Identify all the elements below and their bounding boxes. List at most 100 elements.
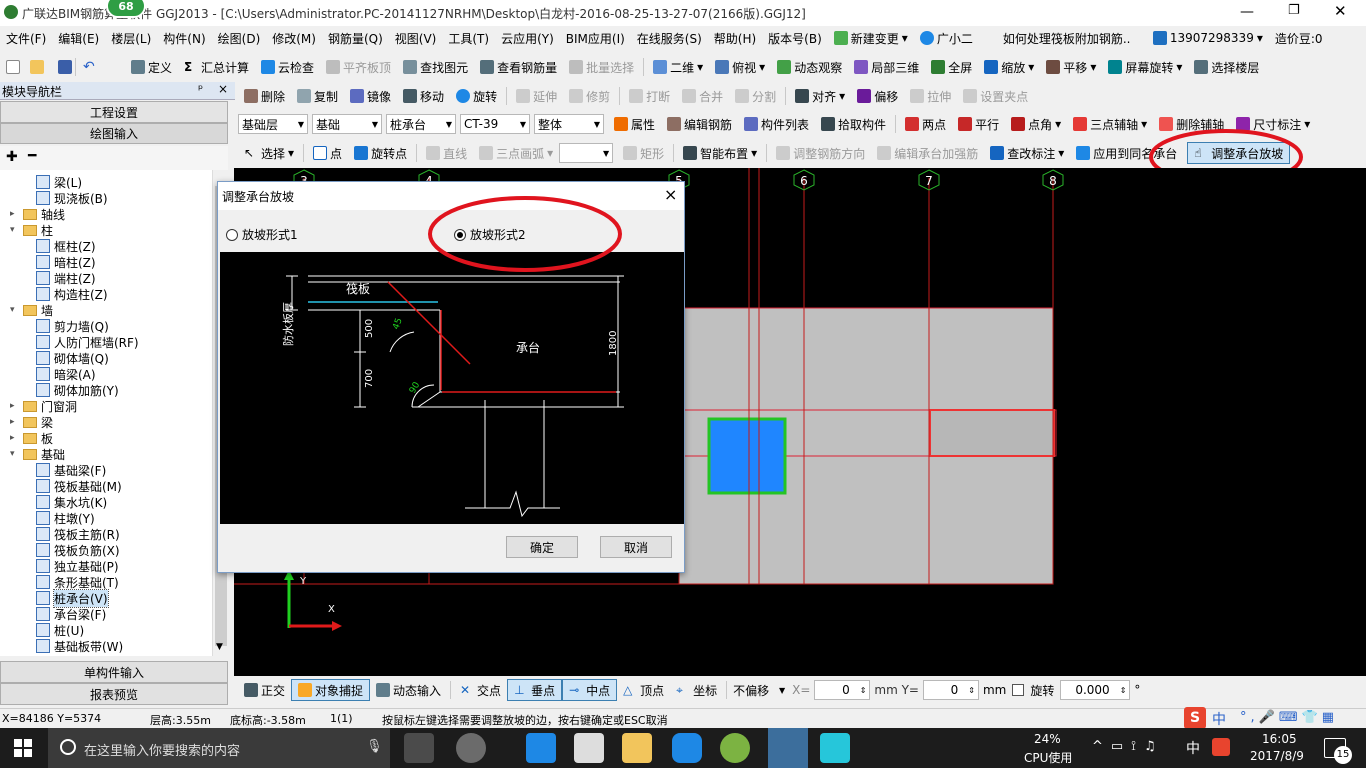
menu-cloud[interactable]: 云应用(Y) (495, 27, 560, 49)
dynamic-observe-button[interactable]: 动态观察 (771, 56, 848, 78)
slope-option-1[interactable]: 放坡形式1 (226, 226, 298, 243)
single-component-button[interactable]: 单构件输入 (0, 661, 228, 683)
select-dropdown[interactable]: ↖ 选择 ▾ (238, 142, 300, 164)
expand-toggle-icon[interactable]: ▾ (10, 305, 20, 315)
tree-item[interactable]: 柱墩(Y) (36, 510, 95, 526)
define-button[interactable]: 定义 (125, 56, 178, 78)
align-dropdown[interactable]: 对齐 ▾ (789, 85, 851, 107)
mode-select[interactable]: 整体 ▼ (534, 114, 604, 134)
edit-cap-reinforcement-button[interactable]: 编辑承台加强筋 (871, 142, 984, 164)
undo-icon[interactable]: ↶ (83, 60, 97, 74)
copy-button[interactable]: 复制 (291, 85, 344, 107)
find-element-button[interactable]: 查找图元 (397, 56, 474, 78)
dialog-close-button[interactable]: × (664, 185, 677, 204)
vertex-toggle[interactable]: △ 顶点 (617, 679, 670, 701)
glodon-icon[interactable] (672, 733, 702, 763)
menu-tools[interactable]: 工具(T) (442, 27, 495, 49)
tray-ime[interactable]: 中 (1186, 738, 1200, 758)
tree-item[interactable]: 砌体加筋(Y) (36, 382, 119, 398)
local-3d-button[interactable]: 局部三维 (848, 56, 925, 78)
tree-item[interactable]: 梁(L) (36, 174, 82, 190)
stretch-button[interactable]: 拉伸 (904, 85, 957, 107)
perpendicular-toggle[interactable]: ⊥ 垂点 (507, 679, 563, 701)
tree-item[interactable]: 桩承台(V) (36, 588, 109, 608)
expand-all-icon[interactable]: ✚ (6, 149, 18, 165)
delete-button[interactable]: 删除 (238, 85, 291, 107)
tree-item[interactable]: 基础梁(F) (36, 462, 106, 478)
report-preview-button[interactable]: 报表预览 (0, 683, 228, 705)
drawing-input-button[interactable]: 绘图输入 (0, 123, 228, 144)
file-explorer-icon[interactable] (622, 733, 652, 763)
tray-icons[interactable]: ^▭⟟♫ (1092, 739, 1164, 754)
tree-item[interactable]: 筏板主筋(R) (36, 526, 120, 542)
rotate-button[interactable]: 旋转 (450, 85, 503, 107)
tree-folder[interactable]: ▸ 梁 (10, 414, 53, 430)
expand-toggle-icon[interactable]: ▸ (10, 417, 20, 427)
tree-item[interactable]: 独立基础(P) (36, 558, 119, 574)
x-input[interactable]: 0 ⇕ (814, 680, 871, 700)
y-input[interactable]: 0 ⇕ (922, 680, 979, 700)
close-button[interactable]: ✕ (1334, 2, 1347, 20)
user-account[interactable]: 13907298339 ▾ (1147, 27, 1269, 49)
ortho-toggle[interactable]: 正交 (238, 679, 291, 701)
taskbar-search[interactable]: 在这里输入你要搜索的内容 🎙 (48, 728, 390, 768)
tree-folder[interactable]: ▸ 门窗洞 (10, 398, 77, 414)
assistant-button[interactable]: 广小二 (914, 27, 979, 49)
radio-option-1[interactable] (226, 228, 238, 241)
tree-item[interactable]: 剪力墙(Q) (36, 318, 109, 334)
tree-item[interactable]: 暗柱(Z) (36, 254, 96, 270)
save-icon[interactable] (58, 60, 72, 74)
flush-slab-button[interactable]: 平齐板顶 (320, 56, 397, 78)
tree-item[interactable]: 筏板基础(M) (36, 478, 122, 494)
fullscreen-button[interactable]: 全屏 (925, 56, 978, 78)
tree-item[interactable]: 现浇板(B) (36, 190, 108, 206)
store-icon[interactable] (574, 733, 604, 763)
tray-sogou-icon[interactable] (1212, 738, 1230, 756)
menu-component[interactable]: 构件(N) (157, 27, 211, 49)
tree-item[interactable]: 基础板带(W) (36, 638, 123, 654)
task-view-icon[interactable] (404, 733, 434, 763)
tree-item[interactable]: 筏板负筋(X) (36, 542, 120, 558)
point-angle-button[interactable]: 点角 ▾ (1005, 113, 1067, 135)
calc-button[interactable]: Σ 汇总计算 (178, 56, 255, 78)
tree-folder[interactable]: ▸ 轴线 (10, 206, 65, 222)
extend-button[interactable]: 延伸 (510, 85, 563, 107)
tree-item[interactable]: 承台梁(F) (36, 606, 106, 622)
mic-icon[interactable]: 🎙 (366, 739, 383, 754)
trim-button[interactable]: 修剪 (563, 85, 616, 107)
view-rebar-button[interactable]: 查看钢筋量 (474, 56, 563, 78)
zoom-dropdown[interactable]: 缩放 ▾ (978, 56, 1040, 78)
tree-item[interactable]: 条形基础(T) (36, 574, 119, 590)
offset-button[interactable]: 偏移 (851, 85, 904, 107)
new-file-icon[interactable] (6, 60, 20, 74)
notification-badge[interactable]: 68 (106, 0, 146, 18)
expand-toggle-icon[interactable]: ▸ (10, 401, 20, 411)
2d-dropdown[interactable]: 二维 ▾ (647, 56, 709, 78)
tree-folder[interactable]: ▾ 墙 (10, 302, 53, 318)
tree-item[interactable]: 砌体墙(Q) (36, 350, 109, 366)
menu-version[interactable]: 版本号(B) (762, 27, 828, 49)
tree-item[interactable]: 暗梁(A) (36, 366, 96, 382)
arc-button[interactable]: 三点画弧 ▾ (473, 142, 559, 164)
menu-file[interactable]: 文件(F) (0, 27, 52, 49)
browser-icon[interactable] (456, 733, 486, 763)
minimize-button[interactable]: — (1240, 4, 1254, 20)
rotate-checkbox[interactable] (1012, 684, 1025, 696)
top-view-dropdown[interactable]: 俯视 ▾ (709, 56, 771, 78)
pan-dropdown[interactable]: 平移 ▾ (1040, 56, 1102, 78)
menu-rebar[interactable]: 钢筋量(Q) (322, 27, 389, 49)
mirror-button[interactable]: 镜像 (344, 85, 397, 107)
windows-start-icon[interactable] (14, 739, 32, 757)
move-button[interactable]: 移动 (397, 85, 450, 107)
menu-modify[interactable]: 修改(M) (266, 27, 322, 49)
open-folder-icon[interactable] (30, 60, 44, 74)
ime-lang[interactable]: 中 (1212, 709, 1226, 729)
tree-folder[interactable]: ▾ 基础 (10, 446, 65, 462)
point-button[interactable]: 点 (307, 142, 348, 164)
three-point-axis-button[interactable]: 三点辅轴 ▾ (1067, 113, 1153, 135)
merge-button[interactable]: 合并 (676, 85, 729, 107)
ime-tools-icons[interactable]: °,🎤⌨👕▦ (1240, 710, 1338, 725)
menu-bim[interactable]: BIM应用(I) (560, 27, 631, 49)
menu-help[interactable]: 帮助(H) (708, 27, 762, 49)
question-link[interactable]: 如何处理筏板附加钢筋.. (997, 27, 1137, 49)
